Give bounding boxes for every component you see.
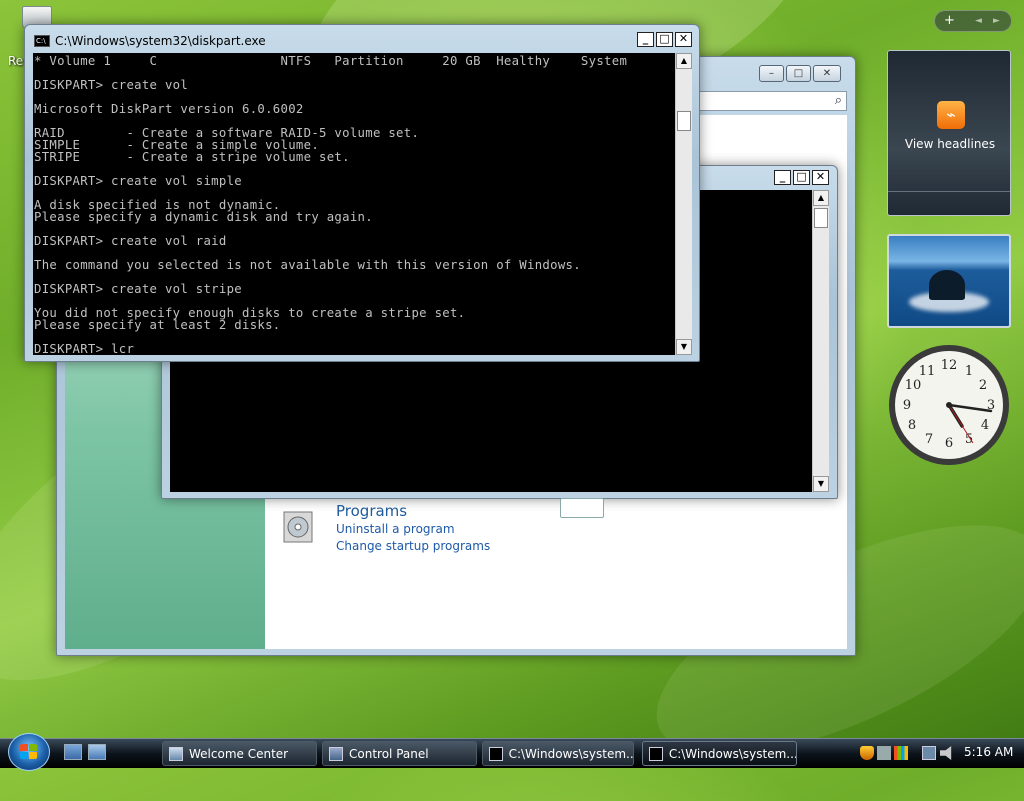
search-icon[interactable]: ⌕ [835,93,842,108]
uninstall-program-link[interactable]: Uninstall a program [336,522,455,536]
console-line: DISKPART> create vol [34,78,189,92]
scroll-up-button[interactable]: ▲ [676,53,692,69]
console-line: The command you selected is not availabl… [34,258,581,272]
scroll-thumb[interactable] [677,111,691,131]
maximize-button[interactable]: □ [793,170,810,185]
clock-numeral: 8 [908,418,916,433]
security-shield-icon[interactable] [860,746,874,760]
console-line: * Volume 1 C NTFS Partition 20 GB Health… [34,54,628,68]
start-button[interactable] [8,733,50,771]
slideshow-gadget[interactable] [887,234,1011,328]
window-caption-buttons: _ □ ✕ [774,170,829,185]
clock-numeral: 10 [905,378,922,393]
console-line: DISKPART> create vol simple [34,174,242,188]
switch-windows-icon[interactable] [88,744,106,760]
clock-numeral: 7 [925,432,933,447]
console-output-area[interactable]: * Volume 1 C NTFS Partition 20 GB Health… [33,53,675,355]
console-icon [649,746,663,761]
vertical-scrollbar[interactable]: ▲ ▼ [675,53,692,355]
security-center-icon[interactable] [894,746,908,760]
console-text: * Volume 1 C NTFS Partition 20 GB Health… [33,53,675,355]
programs-icon [283,511,313,543]
taskbar-button-label: C:\Windows\system... [508,746,633,761]
gadget-divider [888,191,1010,192]
clock-numeral: 2 [979,378,987,393]
minimize-button[interactable]: – [759,65,784,82]
clock-numeral: 11 [919,364,936,379]
close-button[interactable]: ✕ [675,32,692,47]
control-panel-icon [329,746,343,761]
taskbar-clock[interactable]: 5:16 AM [964,745,1013,759]
clock-numeral: 4 [981,418,989,433]
taskbar-button[interactable]: Control Panel [322,741,477,766]
scroll-down-button[interactable]: ▼ [813,476,829,492]
clock-gadget[interactable]: 12 1 2 3 4 5 6 7 8 9 10 11 [887,343,1011,467]
volume-icon[interactable] [940,746,952,760]
sidebar-controls: + ◄ ► [934,10,1012,32]
console-line: DISKPART> create vol raid [34,234,227,248]
vertical-scrollbar[interactable]: ▲ ▼ [812,190,829,492]
console-icon: C:\ [34,35,50,47]
clock-numeral: 6 [945,436,953,451]
taskbar-button[interactable]: Welcome Center [162,741,317,766]
windows-logo-icon [20,744,38,760]
clock-numeral: 12 [941,358,958,373]
close-button[interactable]: ✕ [812,170,829,185]
feed-headlines-gadget[interactable]: ⌁ View headlines [887,50,1011,216]
console-line: STRIPE - Create a stripe volume set. [34,150,350,164]
console-line: Please specify a dynamic disk and try ag… [34,210,373,224]
welcome-center-icon [169,746,183,761]
console-line: DISKPART> lcr [34,342,135,355]
diskpart-console-window[interactable]: C:\ C:\Windows\system32\diskpart.exe _ □… [24,24,700,362]
search-input[interactable]: ⌕ [697,91,847,111]
rss-icon: ⌁ [937,101,965,129]
change-startup-programs-link[interactable]: Change startup programs [336,539,490,553]
programs-heading[interactable]: Programs [336,502,407,520]
minimize-button[interactable]: _ [774,170,791,185]
taskbar-button[interactable]: C:\Windows\system... [482,741,634,766]
clock-numeral: 5 [965,432,973,447]
maximize-button[interactable]: □ [656,32,673,47]
console-line: Microsoft DiskPart version 6.0.6002 [34,102,304,116]
scroll-up-button[interactable]: ▲ [813,190,829,206]
next-gadgets-button[interactable]: ► [993,16,1000,26]
view-headlines-label[interactable]: View headlines [888,137,1012,151]
minimize-button[interactable]: _ [637,32,654,47]
previous-gadgets-button[interactable]: ◄ [975,16,982,26]
clock-numeral: 9 [903,398,911,413]
window-title: C:\Windows\system32\diskpart.exe [55,34,266,48]
console-icon [489,746,503,761]
taskbar-button-label: C:\Windows\system... [668,746,796,761]
clock-numeral: 1 [965,364,973,379]
show-desktop-icon[interactable] [64,744,82,760]
clock-center [946,402,952,408]
scroll-down-button[interactable]: ▼ [676,339,692,355]
console-line: Please specify at least 2 disks. [34,318,281,332]
taskbar-button[interactable]: C:\Windows\system... [642,741,797,766]
console-line: DISKPART> create vol stripe [34,282,242,296]
network-icon[interactable] [922,746,936,760]
maximize-button[interactable]: □ [786,65,811,82]
tools-icon[interactable] [877,746,891,760]
taskbar-button-label: Control Panel [349,746,429,761]
whale-tail-image [929,270,965,300]
taskbar-button-label: Welcome Center [189,746,289,761]
scroll-thumb[interactable] [814,208,828,228]
add-gadget-button[interactable]: + [944,13,955,28]
window-caption-buttons: _ □ ✕ [637,32,692,47]
recycle-bin-label: Re [8,54,24,68]
window-caption-buttons: – □ ✕ [759,65,841,82]
close-button[interactable]: ✕ [813,65,841,82]
checklist-icon [560,498,604,518]
